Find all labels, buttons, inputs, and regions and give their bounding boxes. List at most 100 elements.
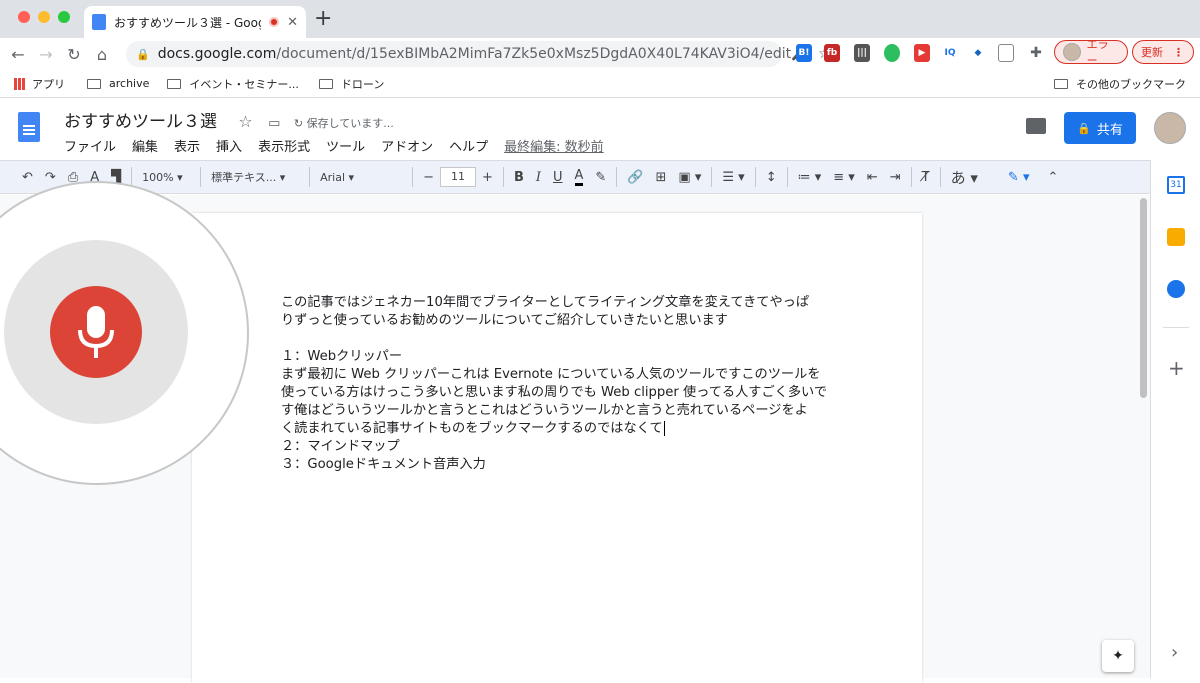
share-button[interactable]: 🔒 共有 [1064, 112, 1136, 144]
home-icon[interactable]: ⌂ [88, 45, 116, 64]
saving-status: ↻ 保存しています... [293, 117, 394, 130]
zoom-value: 100% [142, 170, 174, 184]
microphone-icon [78, 306, 114, 358]
other-bookmarks[interactable]: その他のブックマーク [1054, 76, 1186, 92]
bookmark-events[interactable]: イベント・セミナー... [167, 76, 299, 92]
apps-label: アプリ [32, 77, 65, 91]
font-select[interactable]: Arial ▾ [320, 171, 402, 184]
numbered-list-icon[interactable]: ≔ ▾ [798, 170, 822, 185]
chrome-menu-icon[interactable]: ⋮ [1173, 46, 1184, 59]
back-icon[interactable]: ← [4, 45, 32, 64]
expand-panel-icon[interactable]: › [1171, 642, 1178, 663]
last-edit-link[interactable]: 最終編集: 数秒前 [504, 136, 604, 155]
reload-icon[interactable]: ↻ [60, 45, 88, 64]
underline-button[interactable]: U [553, 170, 563, 185]
menu-bar: ファイル 編集 表示 挿入 表示形式 ツール アドオン ヘルプ 最終編集: 数秒… [64, 136, 620, 155]
bookmark-archive[interactable]: archive [87, 77, 149, 90]
line-spacing-icon[interactable]: ↕ [766, 170, 777, 185]
document-line: 使っている方はけっこう多いと思います私の周りでも Web clipper 使って… [281, 385, 828, 400]
leaf-extension-icon[interactable]: ◆ [970, 44, 986, 62]
menu-view[interactable]: 表示 [174, 136, 200, 155]
bookmark-drone[interactable]: ドローン [318, 76, 384, 92]
address-bar[interactable]: 🔒 docs.google.com/document/d/15exBIMbA2M… [126, 41, 831, 67]
align-icon[interactable]: ☰ ▾ [722, 170, 744, 185]
text-cursor [663, 421, 665, 436]
redo-icon[interactable]: ↷ [45, 170, 56, 185]
calendar-icon[interactable]: 31 [1167, 176, 1185, 194]
link-icon[interactable]: 🔗 [627, 170, 643, 185]
star-icon[interactable]: ☆ [238, 112, 252, 131]
forward-icon[interactable]: → [32, 45, 60, 64]
account-avatar[interactable] [1154, 112, 1186, 144]
divider [309, 167, 311, 187]
input-tools-button[interactable]: あ ▾ [951, 167, 978, 188]
menu-tools[interactable]: ツール [326, 136, 365, 155]
document-title[interactable]: おすすめツール３選 ☆ ▭ ↻ 保存しています... [64, 107, 394, 132]
vertical-scrollbar[interactable] [1140, 198, 1147, 398]
side-panel: 31 + › [1150, 160, 1200, 678]
style-select[interactable]: 標準テキス... ▾ [211, 169, 299, 185]
zoom-select[interactable]: 100% ▾ [142, 171, 190, 184]
text-color-button[interactable]: A [574, 168, 584, 186]
menu-edit[interactable]: 編集 [132, 136, 158, 155]
font-size-increase[interactable]: + [482, 170, 493, 185]
document-line: この記事ではジェネカー10年間でブライターとしてライティング文章を変えてきてやっ… [281, 295, 810, 310]
menu-format[interactable]: 表示形式 [258, 136, 310, 155]
note-extension-icon[interactable] [998, 44, 1014, 62]
add-addon-icon[interactable]: + [1168, 356, 1185, 380]
keep-icon[interactable] [1167, 228, 1185, 246]
new-tab-button[interactable]: + [314, 6, 332, 31]
decrease-indent-icon[interactable]: ⇤ [867, 170, 878, 185]
move-folder-icon[interactable]: ▭ [268, 116, 280, 131]
extensions-puzzle-icon[interactable]: ✚ [1028, 44, 1044, 62]
document-line: ２：マインドマップ [281, 439, 400, 454]
document-body[interactable]: この記事ではジェネカー10年間でブライターとしてライティング文章を変えてきてやっ… [281, 294, 841, 474]
clear-formatting-icon[interactable]: T̸ [922, 170, 930, 185]
iq-extension-icon[interactable]: IQ [942, 44, 958, 62]
font-size-input[interactable]: 11 [440, 167, 477, 187]
extension-icon[interactable]: fb [824, 44, 840, 62]
minimize-window-button[interactable] [38, 11, 50, 23]
profile-avatar [1063, 43, 1081, 61]
italic-button[interactable]: I [536, 170, 541, 185]
undo-icon[interactable]: ↶ [22, 170, 33, 185]
font-size-decrease[interactable]: − [423, 170, 434, 185]
menu-file[interactable]: ファイル [64, 136, 116, 155]
divider [754, 167, 756, 187]
browser-tab[interactable]: おすすめツール３選 - Google ✕ [84, 6, 306, 38]
update-label: 更新 [1141, 46, 1163, 59]
docs-logo-icon[interactable] [18, 112, 40, 142]
tasks-icon[interactable] [1167, 280, 1185, 298]
tab-close-icon[interactable]: ✕ [287, 15, 298, 30]
editing-mode-icon[interactable]: ✎ ▾ [1008, 170, 1030, 185]
divider [616, 167, 618, 187]
hatena-extension-icon[interactable]: B! [796, 44, 812, 62]
update-button[interactable]: 更新 ⋮ [1132, 40, 1194, 64]
barcode-extension-icon[interactable]: ||| [854, 44, 870, 62]
recording-indicator-icon [269, 17, 280, 27]
menu-help[interactable]: ヘルプ [449, 136, 488, 155]
close-window-button[interactable] [18, 11, 30, 23]
collapse-toolbar-icon[interactable]: ⌃ [1047, 170, 1058, 185]
add-comment-icon[interactable]: ⊞ [656, 170, 667, 185]
apps-bookmark[interactable]: アプリ [14, 76, 65, 92]
video-extension-icon[interactable]: ▶ [914, 44, 930, 62]
increase-indent-icon[interactable]: ⇥ [890, 170, 901, 185]
highlight-icon[interactable]: ✎ [595, 170, 606, 185]
divider [200, 167, 202, 187]
saving-text: 保存しています... [306, 117, 394, 130]
voice-typing-mic-button[interactable] [50, 286, 142, 378]
insert-image-icon[interactable]: ▣ ▾ [678, 170, 701, 185]
menu-insert[interactable]: 挿入 [216, 136, 242, 155]
url-host: docs.google.com [157, 46, 277, 62]
comment-history-icon[interactable] [1026, 118, 1046, 134]
maximize-window-button[interactable] [58, 11, 70, 23]
bold-button[interactable]: B [514, 170, 524, 185]
explore-button[interactable]: ✦ [1102, 640, 1134, 672]
bookmark-label: archive [109, 77, 150, 90]
tab-title: おすすめツール３選 - Google [114, 15, 262, 30]
bulleted-list-icon[interactable]: ≡ ▾ [833, 170, 855, 185]
menu-addons[interactable]: アドオン [381, 136, 433, 155]
profile-error-button[interactable]: エラー [1054, 38, 1128, 67]
evernote-extension-icon[interactable] [884, 44, 900, 62]
